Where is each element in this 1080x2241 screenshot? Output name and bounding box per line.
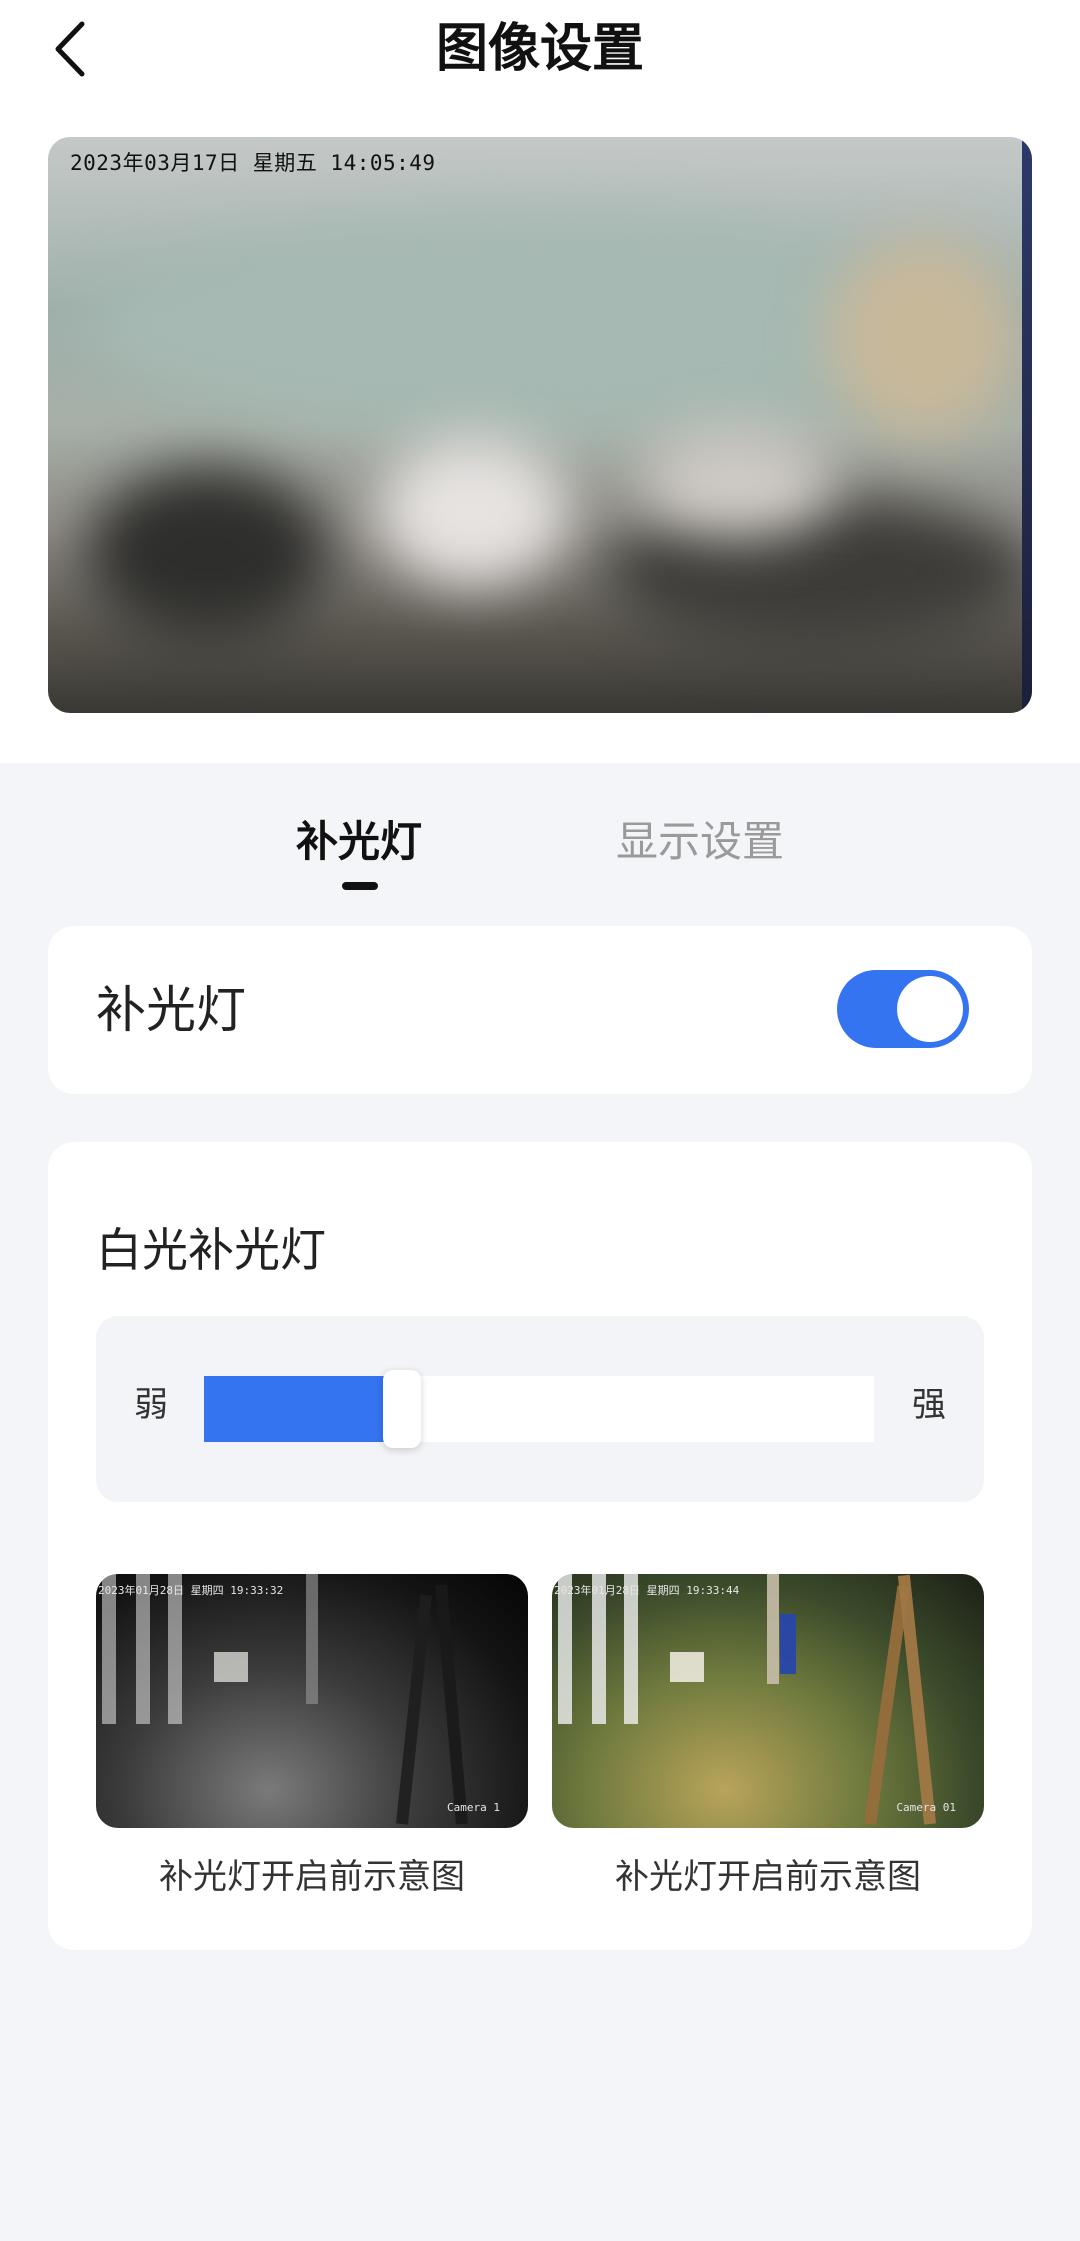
preview-edge <box>1022 137 1032 713</box>
example-after-camera: Camera 01 <box>896 1801 956 1814</box>
fill-light-switch[interactable] <box>837 970 969 1048</box>
switch-knob <box>897 976 963 1042</box>
page-title: 图像设置 <box>435 19 644 79</box>
example-after-overlay: 2023年01月28日 星期四 19:33:44 <box>554 1584 740 1597</box>
slider-max-label: 强 <box>912 1385 946 1425</box>
white-light-title: 白光补光灯 <box>96 1223 326 1277</box>
slider-min-label: 弱 <box>134 1385 168 1425</box>
slider-fill <box>204 1376 385 1442</box>
example-before-camera: Camera 1 <box>447 1801 500 1814</box>
example-image-after: 2023年01月28日 星期四 19:33:44 Camera 01 <box>552 1574 984 1828</box>
example-before-caption: 补光灯开启前示意图 <box>159 1857 465 1897</box>
example-before-overlay: 2023年01月28日 星期四 19:33:32 <box>98 1584 284 1597</box>
fill-light-card: 补光灯 <box>48 926 1032 1094</box>
tab-display-settings[interactable]: 显示设置 <box>616 812 784 872</box>
active-tab-indicator <box>342 882 378 890</box>
fill-light-label: 补光灯 <box>96 981 246 1039</box>
brightness-slider-box: 弱 强 <box>96 1316 984 1502</box>
slider-handle[interactable] <box>383 1370 421 1448</box>
example-image-before: 2023年01月28日 星期四 19:33:32 Camera 1 <box>96 1574 528 1828</box>
header: 图像设置 2023年03月17日 星期五 14:05:49 <box>0 0 1080 763</box>
brightness-slider[interactable] <box>204 1370 874 1448</box>
example-after-caption: 补光灯开启前示意图 <box>615 1857 921 1897</box>
tab-fill-light[interactable]: 补光灯 <box>296 812 422 872</box>
live-preview[interactable]: 2023年03月17日 星期五 14:05:49 <box>48 137 1032 713</box>
preview-timestamp: 2023年03月17日 星期五 14:05:49 <box>70 151 436 175</box>
white-light-card: 白光补光灯 弱 强 2023年01月28日 星期四 19:33:32 Camer… <box>48 1142 1032 1950</box>
